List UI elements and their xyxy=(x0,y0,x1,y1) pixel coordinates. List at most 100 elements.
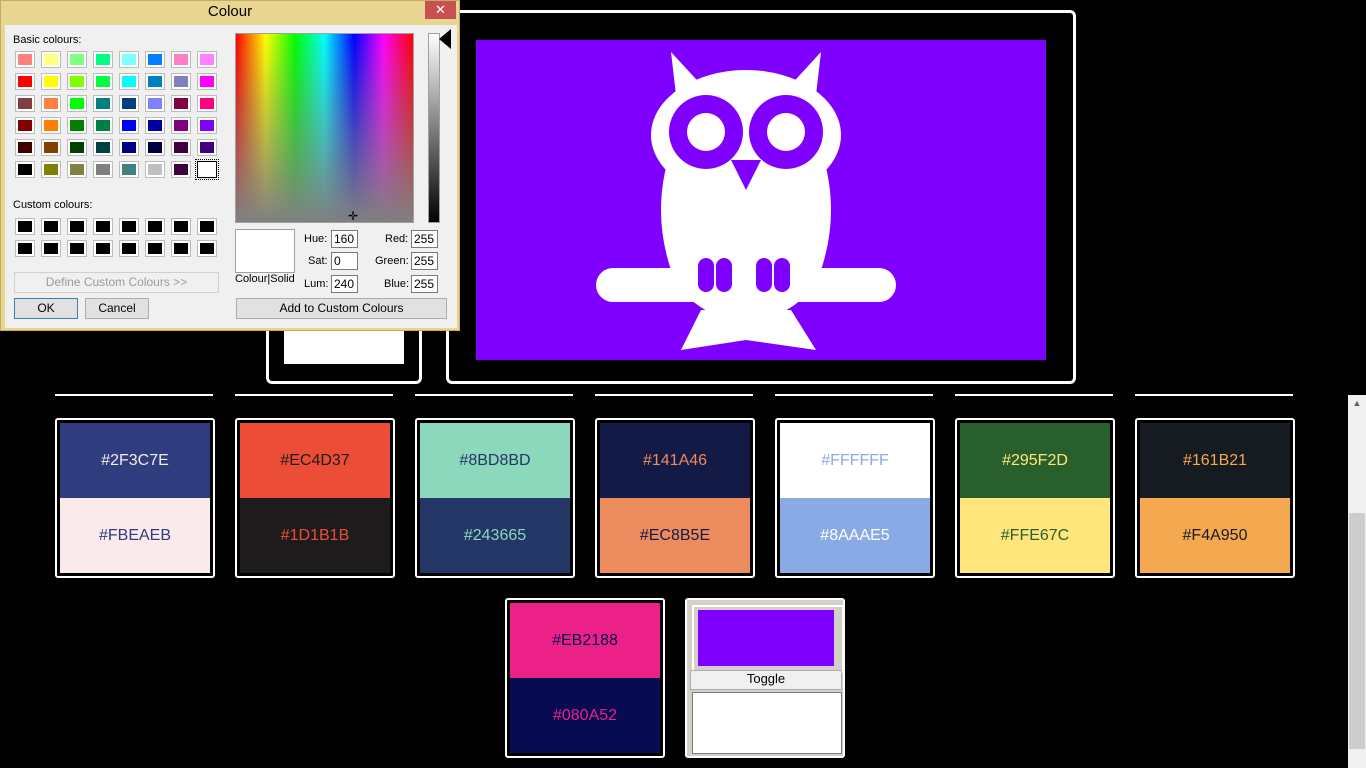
basic-colour-swatch[interactable] xyxy=(197,117,217,134)
basic-colour-swatch[interactable] xyxy=(41,95,61,112)
basic-colour-swatch[interactable] xyxy=(41,139,61,156)
blue-field[interactable]: 255 xyxy=(411,275,438,293)
basic-colour-swatch[interactable] xyxy=(171,73,191,90)
basic-colour-swatch[interactable] xyxy=(145,117,165,134)
basic-colour-swatch[interactable] xyxy=(119,117,139,134)
swatch-bottom-colour[interactable]: #F4A950 xyxy=(1140,498,1290,573)
custom-colour-swatch[interactable] xyxy=(145,218,165,235)
swatch-bottom-colour[interactable]: #243665 xyxy=(420,498,570,573)
luminance-arrow-icon[interactable] xyxy=(439,29,451,49)
swatch-card[interactable]: #141A46 #EC8B5E xyxy=(595,418,755,578)
swatch-top-colour[interactable]: #EB2188 xyxy=(510,603,660,678)
swatch-top-colour[interactable]: #161B21 xyxy=(1140,423,1290,498)
basic-colour-swatch[interactable] xyxy=(197,139,217,156)
green-field[interactable]: 255 xyxy=(411,252,438,270)
basic-colour-swatch[interactable] xyxy=(15,95,35,112)
swatch-bottom-colour[interactable]: #EC8B5E xyxy=(600,498,750,573)
swatch-card[interactable]: #EB2188 #080A52 xyxy=(505,598,665,758)
custom-colour-swatch[interactable] xyxy=(15,218,35,235)
custom-colour-swatch[interactable] xyxy=(145,240,165,257)
basic-colour-swatch[interactable] xyxy=(119,161,139,178)
basic-colour-swatch[interactable] xyxy=(197,51,217,68)
swatch-card[interactable]: #8BD8BD #243665 xyxy=(415,418,575,578)
basic-colour-swatch[interactable] xyxy=(67,95,87,112)
swatch-top-colour[interactable]: #EC4D37 xyxy=(240,423,390,498)
basic-colour-swatch[interactable] xyxy=(67,161,87,178)
swatch-card[interactable]: #EC4D37 #1D1B1B xyxy=(235,418,395,578)
swatch-bottom-colour[interactable]: #FFE67C xyxy=(960,498,1110,573)
basic-colour-swatch[interactable] xyxy=(93,95,113,112)
basic-colour-swatch[interactable] xyxy=(93,51,113,68)
basic-colour-swatch[interactable] xyxy=(145,51,165,68)
hue-field[interactable]: 160 xyxy=(331,230,358,248)
swatch-bottom-colour[interactable]: #8AAAE5 xyxy=(780,498,930,573)
swatch-card[interactable]: #FFFFFF #8AAAE5 xyxy=(775,418,935,578)
swatch-card[interactable]: #295F2D #FFE67C xyxy=(955,418,1115,578)
ok-button[interactable]: OK xyxy=(14,298,78,319)
swatch-card[interactable]: #161B21 #F4A950 xyxy=(1135,418,1295,578)
basic-colour-swatch[interactable] xyxy=(67,117,87,134)
red-field[interactable]: 255 xyxy=(411,230,438,248)
swatch-top-colour[interactable]: #8BD8BD xyxy=(420,423,570,498)
toggle-bottom-swatch[interactable] xyxy=(692,692,842,754)
vertical-scrollbar[interactable]: ▲ xyxy=(1348,395,1366,768)
basic-colour-swatch[interactable] xyxy=(93,73,113,90)
basic-colour-swatch[interactable] xyxy=(15,51,35,68)
colour-spectrum[interactable] xyxy=(235,33,414,223)
basic-colour-swatch[interactable] xyxy=(41,117,61,134)
basic-colour-swatch[interactable] xyxy=(15,73,35,90)
custom-colour-swatch[interactable] xyxy=(93,218,113,235)
basic-colour-swatch[interactable] xyxy=(195,159,219,180)
basic-colour-swatch[interactable] xyxy=(197,73,217,90)
basic-colour-swatch[interactable] xyxy=(41,51,61,68)
basic-colour-swatch[interactable] xyxy=(119,73,139,90)
basic-colour-swatch[interactable] xyxy=(171,161,191,178)
basic-colour-swatch[interactable] xyxy=(41,73,61,90)
swatch-card[interactable]: #2F3C7E #FBEAEB xyxy=(55,418,215,578)
lum-field[interactable]: 240 xyxy=(331,275,358,293)
swatch-top-colour[interactable]: #295F2D xyxy=(960,423,1110,498)
basic-colour-swatch[interactable] xyxy=(93,161,113,178)
toggle-button[interactable]: Toggle xyxy=(690,670,842,690)
add-to-custom-colours-button[interactable]: Add to Custom Colours xyxy=(236,298,447,319)
close-button[interactable]: ✕ xyxy=(425,1,456,19)
basic-colour-swatch[interactable] xyxy=(171,117,191,134)
basic-colour-swatch[interactable] xyxy=(145,161,165,178)
swatch-bottom-colour[interactable]: #1D1B1B xyxy=(240,498,390,573)
custom-colour-swatch[interactable] xyxy=(171,218,191,235)
swatch-top-colour[interactable]: #FFFFFF xyxy=(780,423,930,498)
basic-colour-swatch[interactable] xyxy=(171,95,191,112)
custom-colour-swatch[interactable] xyxy=(197,218,217,235)
custom-colour-swatch[interactable] xyxy=(41,240,61,257)
sat-field[interactable]: 0 xyxy=(331,252,358,270)
basic-colour-swatch[interactable] xyxy=(67,51,87,68)
custom-colour-swatch[interactable] xyxy=(67,218,87,235)
basic-colour-swatch[interactable] xyxy=(15,139,35,156)
swatch-top-colour[interactable]: #2F3C7E xyxy=(60,423,210,498)
basic-colour-swatch[interactable] xyxy=(119,139,139,156)
basic-colour-swatch[interactable] xyxy=(119,95,139,112)
basic-colour-swatch[interactable] xyxy=(119,51,139,68)
basic-colour-swatch[interactable] xyxy=(145,73,165,90)
toggle-top-swatch[interactable] xyxy=(692,605,844,673)
basic-colour-swatch[interactable] xyxy=(67,139,87,156)
custom-colour-swatch[interactable] xyxy=(119,218,139,235)
basic-colour-swatch[interactable] xyxy=(145,95,165,112)
custom-colour-swatch[interactable] xyxy=(67,240,87,257)
basic-colour-swatch[interactable] xyxy=(171,51,191,68)
basic-colour-swatch[interactable] xyxy=(145,139,165,156)
basic-colour-swatch[interactable] xyxy=(93,117,113,134)
basic-colour-swatch[interactable] xyxy=(93,139,113,156)
swatch-bottom-colour[interactable]: #080A52 xyxy=(510,678,660,753)
custom-colour-swatch[interactable] xyxy=(197,240,217,257)
custom-colour-swatch[interactable] xyxy=(93,240,113,257)
basic-colour-swatch[interactable] xyxy=(197,95,217,112)
scroll-up-arrow-icon[interactable]: ▲ xyxy=(1348,395,1366,412)
basic-colour-swatch[interactable] xyxy=(67,73,87,90)
basic-colour-swatch[interactable] xyxy=(15,117,35,134)
custom-colour-swatch[interactable] xyxy=(15,240,35,257)
swatch-top-colour[interactable]: #141A46 xyxy=(600,423,750,498)
define-custom-colours-button[interactable]: Define Custom Colours >> xyxy=(14,272,219,293)
basic-colour-swatch[interactable] xyxy=(15,161,35,178)
swatch-bottom-colour[interactable]: #FBEAEB xyxy=(60,498,210,573)
